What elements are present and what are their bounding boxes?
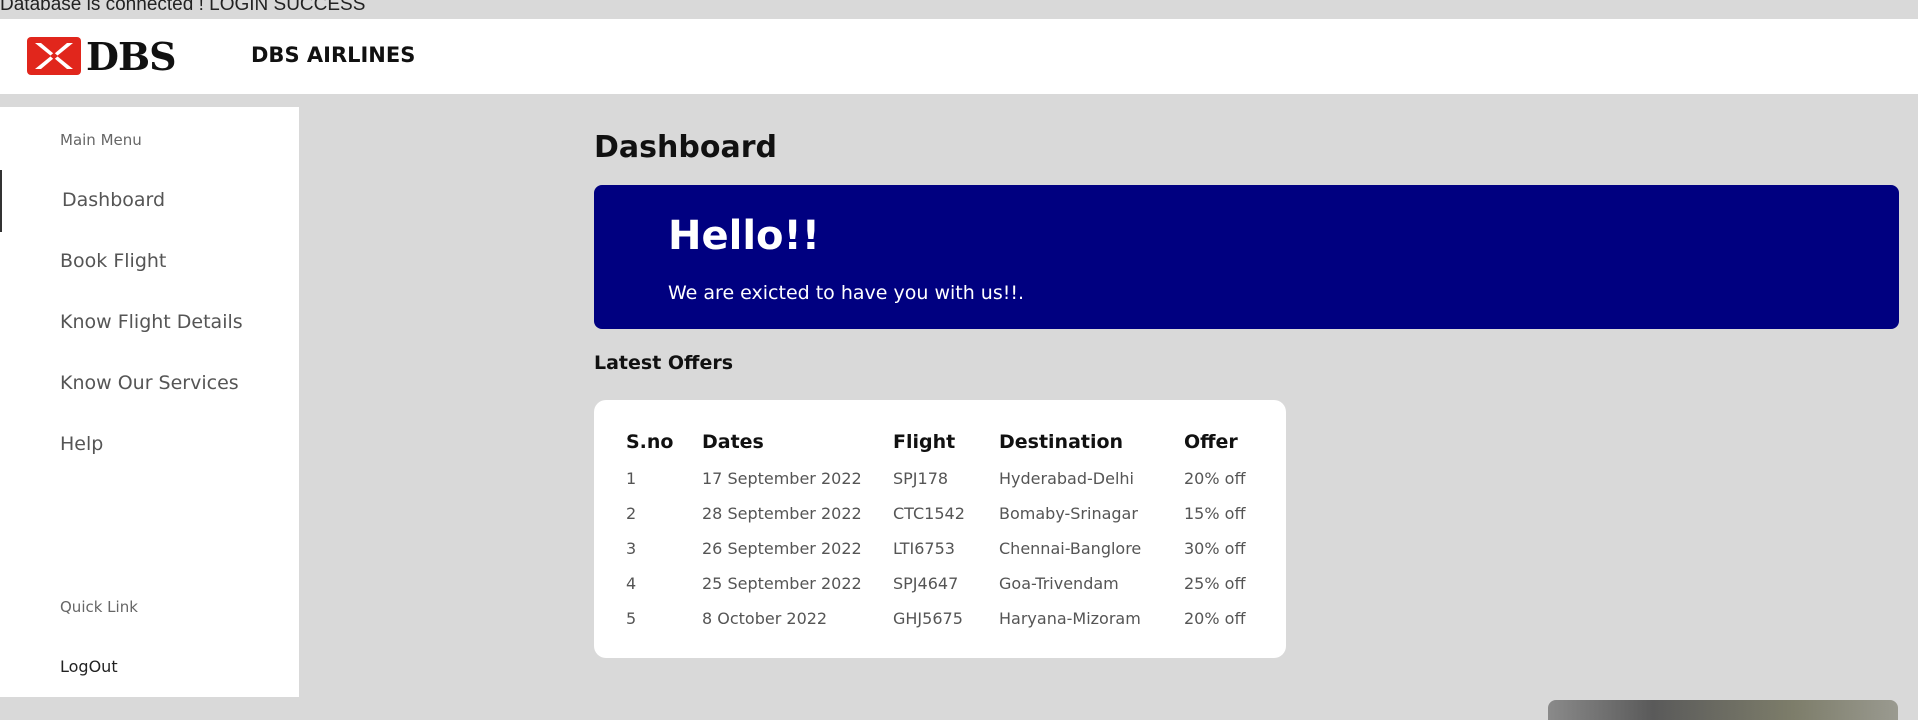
cell-flight: SPJ178 [893, 469, 949, 488]
cell-destination: Goa-Trivendam [999, 574, 1119, 593]
sidebar-section-quick-link: Quick Link [60, 598, 138, 616]
column-header-flight: Flight [893, 431, 956, 453]
cell-destination: Chennai-Banglore [999, 539, 1142, 558]
cell-flight: GHJ5675 [893, 609, 963, 628]
sidebar: Main Menu Dashboard Book Flight Know Fli… [0, 107, 299, 697]
welcome-subtitle: We are exicted to have you with us!!. [668, 282, 1025, 304]
cell-date: 17 September 2022 [702, 469, 862, 488]
cell-date: 8 October 2022 [702, 609, 828, 628]
login-status-text: Database is connected ! LOGIN SUCCESS [0, 0, 366, 15]
offers-card: S.no Dates Flight Destination Offer 1 17… [594, 400, 1286, 658]
offers-heading: Latest Offers [594, 352, 734, 374]
top-header: DBS DBS AIRLINES [0, 19, 1918, 94]
column-header-dates: Dates [702, 431, 764, 453]
column-header-sno: S.no [626, 431, 674, 453]
table-row: 2 28 September 2022 CTC1542 Bomaby-Srina… [626, 496, 1264, 531]
sidebar-item-services[interactable]: Know Our Services [60, 372, 239, 394]
table-row: 1 17 September 2022 SPJ178 Hyderabad-Del… [626, 461, 1264, 496]
cell-destination: Bomaby-Srinagar [999, 504, 1138, 523]
partial-image [1548, 700, 1898, 720]
logo-wordmark: DBS [86, 33, 177, 79]
cell-date: 28 September 2022 [702, 504, 862, 523]
cell-offer: 20% off [1184, 609, 1246, 628]
sidebar-item-book-flight[interactable]: Book Flight [60, 250, 166, 272]
active-indicator [0, 170, 2, 232]
sidebar-item-flight-details[interactable]: Know Flight Details [60, 311, 243, 333]
cell-sno: 5 [626, 609, 637, 628]
table-header-row: S.no Dates Flight Destination Offer [626, 427, 1264, 461]
offers-table: S.no Dates Flight Destination Offer 1 17… [626, 427, 1264, 636]
cell-destination: Hyderabad-Delhi [999, 469, 1134, 488]
dbs-x-logo-icon [27, 37, 81, 75]
brand-logo[interactable]: DBS [27, 33, 177, 79]
cell-flight: LTI6753 [893, 539, 955, 558]
cell-date: 25 September 2022 [702, 574, 862, 593]
cell-flight: CTC1542 [893, 504, 965, 523]
cell-sno: 4 [626, 574, 637, 593]
sidebar-section-main-menu: Main Menu [60, 131, 142, 149]
cell-flight: SPJ4647 [893, 574, 959, 593]
app-name: DBS AIRLINES [251, 43, 416, 67]
welcome-banner: Hello!! We are exicted to have you with … [594, 185, 1899, 329]
cell-offer: 20% off [1184, 469, 1246, 488]
welcome-title: Hello!! [668, 213, 820, 259]
table-row: 3 26 September 2022 LTI6753 Chennai-Bang… [626, 531, 1264, 566]
logout-link[interactable]: LogOut [60, 657, 118, 676]
column-header-destination: Destination [999, 431, 1124, 453]
cell-sno: 3 [626, 539, 637, 558]
cell-offer: 30% off [1184, 539, 1246, 558]
table-row: 5 8 October 2022 GHJ5675 Haryana-Mizoram… [626, 601, 1264, 636]
cell-offer: 25% off [1184, 574, 1246, 593]
column-header-offer: Offer [1184, 431, 1238, 453]
sidebar-item-dashboard[interactable]: Dashboard [62, 189, 165, 211]
table-row: 4 25 September 2022 SPJ4647 Goa-Trivenda… [626, 566, 1264, 601]
cell-date: 26 September 2022 [702, 539, 862, 558]
sidebar-item-help[interactable]: Help [60, 433, 103, 455]
cell-destination: Haryana-Mizoram [999, 609, 1141, 628]
cell-sno: 2 [626, 504, 637, 523]
page-title: Dashboard [594, 130, 777, 165]
cell-sno: 1 [626, 469, 637, 488]
cell-offer: 15% off [1184, 504, 1246, 523]
